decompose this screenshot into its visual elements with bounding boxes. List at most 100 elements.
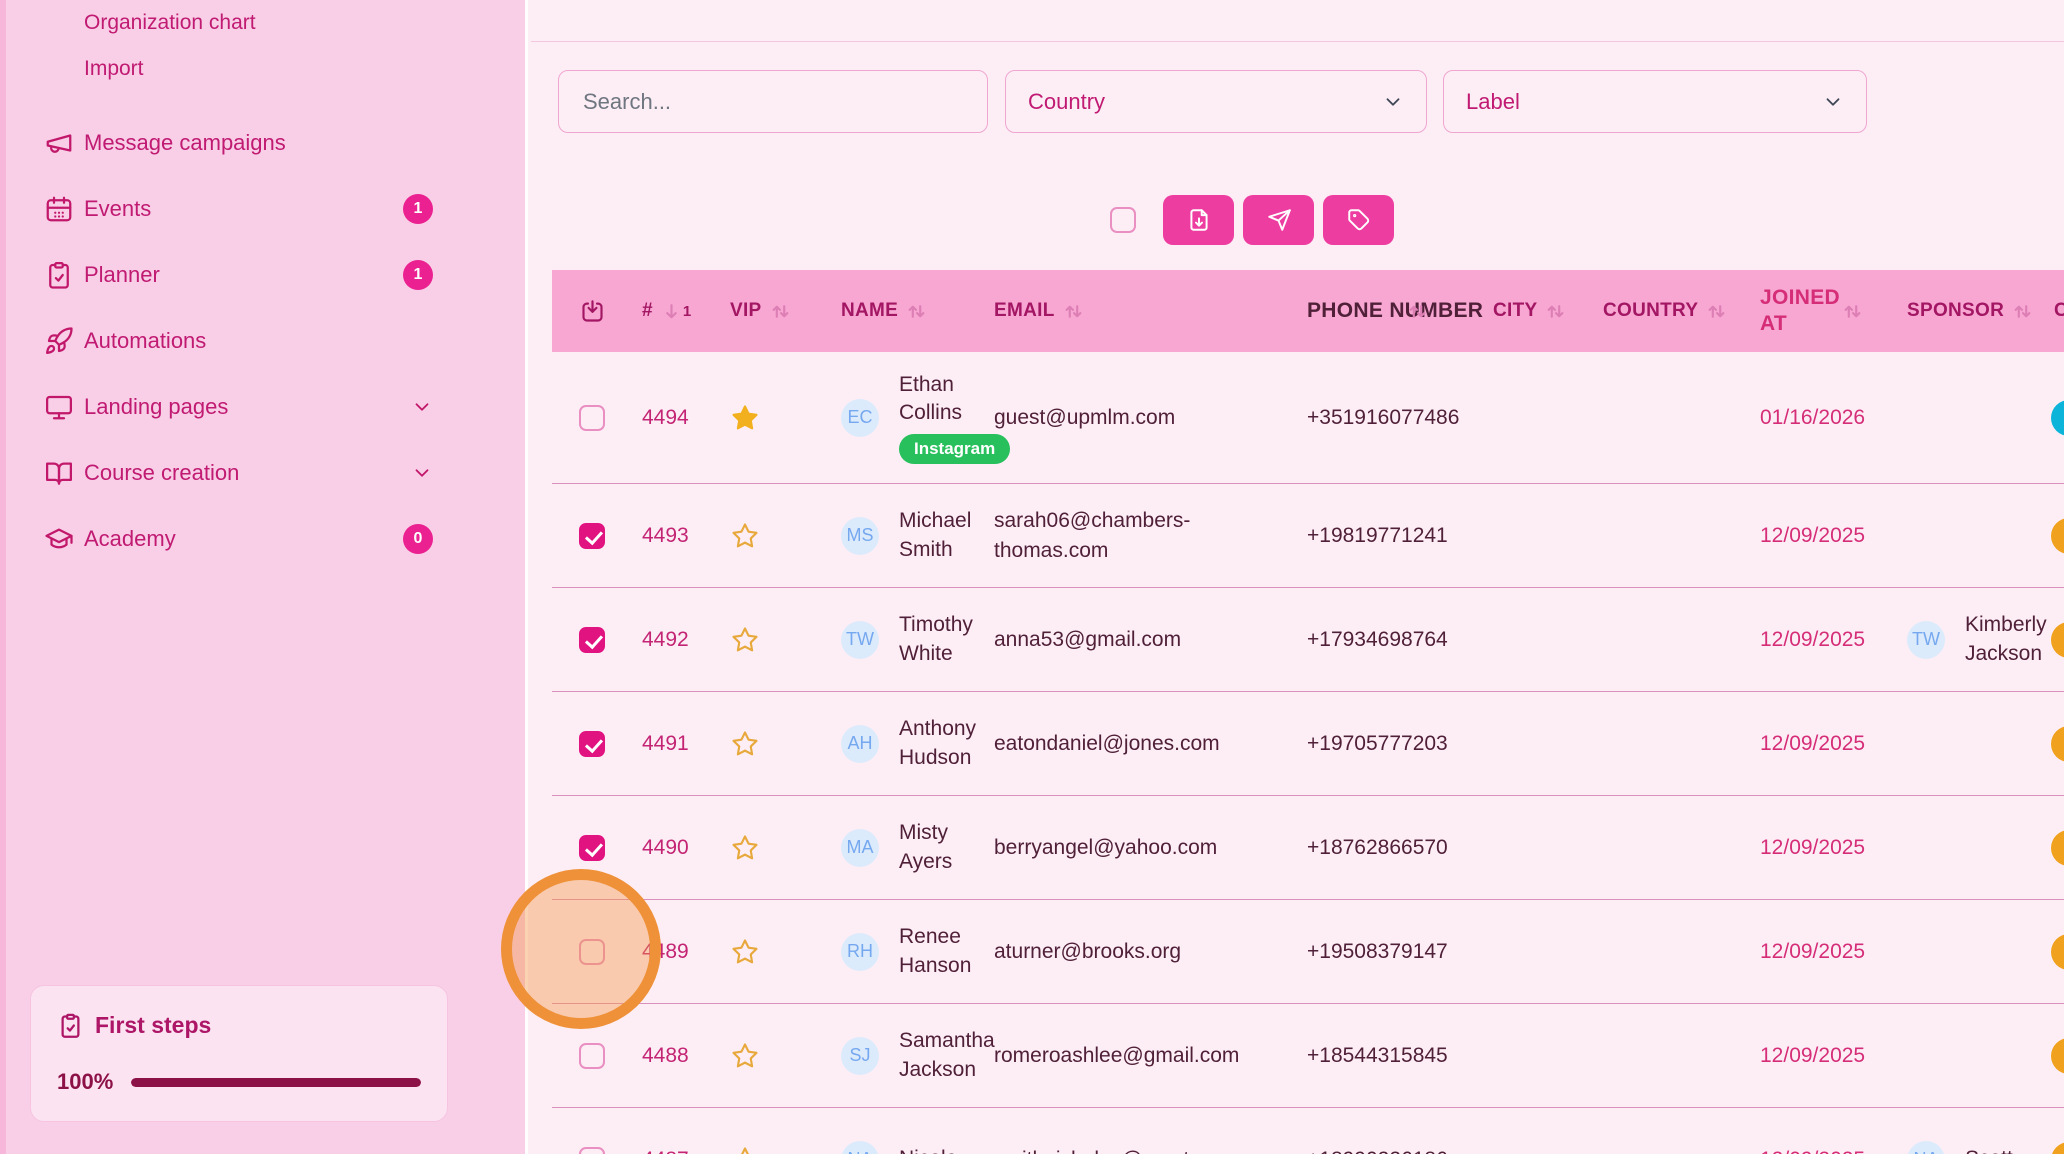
row-id-link[interactable]: 4491 bbox=[642, 732, 689, 756]
cell-phone: +19705777203 bbox=[1288, 732, 1466, 756]
table-row[interactable]: 4493 MS Michael Smith sarah06@chambers- … bbox=[552, 484, 2064, 588]
cell-joined-at: 12/09/2025 bbox=[1746, 524, 1886, 548]
sort-icon bbox=[898, 302, 926, 321]
sidebar-item-events[interactable]: Events 1 bbox=[0, 176, 525, 242]
cell-select bbox=[552, 939, 624, 965]
table-row[interactable]: 4494 EC Ethan Collins Instagram guest@up… bbox=[552, 352, 2064, 484]
search-input[interactable] bbox=[558, 70, 988, 133]
row-checkbox[interactable] bbox=[579, 731, 605, 757]
rocket-icon bbox=[44, 326, 74, 356]
col-header-name[interactable]: NAME bbox=[800, 300, 988, 322]
sponsor-avatar: NA bbox=[1907, 1141, 1945, 1154]
sort-icon bbox=[762, 302, 790, 321]
table-row[interactable]: 4489 RH Renee Hanson aturner@brooks.org … bbox=[552, 900, 2064, 1004]
contact-avatar: MA bbox=[841, 829, 879, 867]
email-text: romeroashlee@gmail.com bbox=[994, 1041, 1239, 1070]
col-header-joined-at[interactable]: JOINED AT bbox=[1746, 285, 1886, 338]
tag-icon bbox=[1346, 207, 1372, 233]
vip-star-icon[interactable] bbox=[730, 1145, 760, 1154]
cell-name: NA Nicole bbox=[800, 1141, 988, 1154]
cell-truncated bbox=[2054, 400, 2064, 436]
sidebar-item-course-creation[interactable]: Course creation bbox=[0, 440, 525, 506]
cell-select bbox=[552, 835, 624, 861]
row-checkbox[interactable] bbox=[579, 405, 605, 431]
row-checkbox[interactable] bbox=[579, 627, 605, 653]
sidebar-item-label: Events bbox=[84, 196, 151, 222]
row-id-link[interactable]: 4493 bbox=[642, 524, 689, 548]
row-checkbox[interactable] bbox=[579, 835, 605, 861]
table-row[interactable]: 4490 MA Misty Ayers berryangel@yahoo.com… bbox=[552, 796, 2064, 900]
label-filter-select[interactable]: Label bbox=[1443, 70, 1867, 133]
cell-name: MS Michael Smith bbox=[800, 507, 988, 564]
chevron-down-icon bbox=[411, 396, 433, 418]
cell-vip bbox=[716, 1041, 800, 1071]
cell-phone: +17934698764 bbox=[1288, 628, 1466, 652]
select-all-checkbox[interactable] bbox=[1110, 207, 1136, 233]
sidebar-item-label: Organization chart bbox=[84, 11, 256, 35]
sidebar-item-planner[interactable]: Planner 1 bbox=[0, 242, 525, 308]
table-row[interactable]: 4492 TW Timothy White anna53@gmail.com +… bbox=[552, 588, 2064, 692]
row-id-link[interactable]: 4490 bbox=[642, 836, 689, 860]
sidebar-item-import[interactable]: Import bbox=[0, 46, 525, 92]
chevron-down-icon bbox=[411, 462, 433, 484]
row-checkbox[interactable] bbox=[579, 1147, 605, 1154]
sidebar-item-label: Import bbox=[84, 57, 144, 81]
sidebar-item-automations[interactable]: Automations bbox=[0, 308, 525, 374]
row-checkbox[interactable] bbox=[579, 1043, 605, 1069]
col-header-country[interactable]: COUNTRY bbox=[1576, 300, 1746, 322]
sidebar-item-academy[interactable]: Academy 0 bbox=[0, 506, 525, 572]
country-filter-select[interactable]: Country bbox=[1005, 70, 1427, 133]
vip-star-icon[interactable] bbox=[730, 521, 760, 551]
row-id-link[interactable]: 4488 bbox=[642, 1044, 689, 1068]
sponsor-avatar: TW bbox=[1907, 621, 1945, 659]
main-content: Country Label bbox=[531, 0, 2064, 1154]
row-id-link[interactable]: 4492 bbox=[642, 628, 689, 652]
cell-email: berryangel@yahoo.com bbox=[988, 833, 1288, 862]
col-header-city[interactable]: CITY bbox=[1466, 300, 1576, 322]
col-header-sponsor[interactable]: SPONSOR bbox=[1886, 300, 2054, 322]
sidebar-item-landing-pages[interactable]: Landing pages bbox=[0, 374, 525, 440]
vip-star-icon[interactable] bbox=[730, 1041, 760, 1071]
sponsor-first-name: Kimberly bbox=[1965, 611, 2047, 639]
vip-star-icon[interactable] bbox=[730, 403, 760, 433]
table-row[interactable]: 4487 NA Nicole smithnicholas@montgomery-… bbox=[552, 1108, 2064, 1154]
first-steps-card[interactable]: First steps 100% bbox=[30, 985, 448, 1122]
row-checkbox[interactable] bbox=[579, 939, 605, 965]
sidebar: Organization chart Import Message campai… bbox=[0, 0, 528, 1154]
contacts-table: # 1 VIP NAME EMAIL PHONE NUMBER bbox=[552, 270, 2064, 1154]
assign-label-button[interactable] bbox=[1323, 195, 1394, 245]
col-header-select[interactable] bbox=[552, 298, 624, 325]
cell-name: EC Ethan Collins Instagram bbox=[800, 371, 988, 465]
cell-email: aturner@brooks.org bbox=[988, 937, 1288, 966]
table-row[interactable]: 4488 SJ Samantha Jackson romeroashlee@gm… bbox=[552, 1004, 2064, 1108]
cell-name: SJ Samantha Jackson bbox=[800, 1027, 988, 1084]
row-id-link[interactable]: 4489 bbox=[642, 940, 689, 964]
sidebar-item-message-campaigns[interactable]: Message campaigns bbox=[0, 110, 525, 176]
contact-first-name: Misty bbox=[899, 819, 952, 847]
table-row[interactable]: 4491 AH Anthony Hudson eatondaniel@jones… bbox=[552, 692, 2064, 796]
send-message-button[interactable] bbox=[1243, 195, 1314, 245]
sort-icon bbox=[1698, 302, 1726, 321]
sort-priority-label: 1 bbox=[683, 303, 692, 320]
cell-email: sarah06@chambers- thomas.com bbox=[988, 506, 1288, 565]
email-text: sarah06@chambers- bbox=[994, 506, 1190, 535]
col-header-vip[interactable]: VIP bbox=[716, 300, 800, 322]
col-header-truncated[interactable]: C bbox=[2054, 300, 2064, 322]
export-button[interactable] bbox=[1163, 195, 1234, 245]
vip-star-icon[interactable] bbox=[730, 729, 760, 759]
sort-icon bbox=[1537, 302, 1565, 321]
vip-star-icon[interactable] bbox=[730, 625, 760, 655]
row-checkbox[interactable] bbox=[579, 523, 605, 549]
app-window: Organization chart Import Message campai… bbox=[0, 0, 2064, 1154]
contact-last-name: Ayers bbox=[899, 848, 952, 876]
vip-star-icon[interactable] bbox=[730, 937, 760, 967]
cell-id: 4491 bbox=[624, 732, 716, 756]
col-header-id[interactable]: # 1 bbox=[624, 300, 716, 322]
cell-truncated bbox=[2054, 518, 2064, 554]
row-id-link[interactable]: 4487 bbox=[642, 1148, 689, 1154]
sidebar-item-organization-chart[interactable]: Organization chart bbox=[0, 0, 525, 46]
row-id-link[interactable]: 4494 bbox=[642, 406, 689, 430]
vip-star-icon[interactable] bbox=[730, 833, 760, 863]
col-header-email[interactable]: EMAIL bbox=[988, 300, 1288, 322]
col-header-phone[interactable]: PHONE NUMBER bbox=[1288, 298, 1466, 324]
